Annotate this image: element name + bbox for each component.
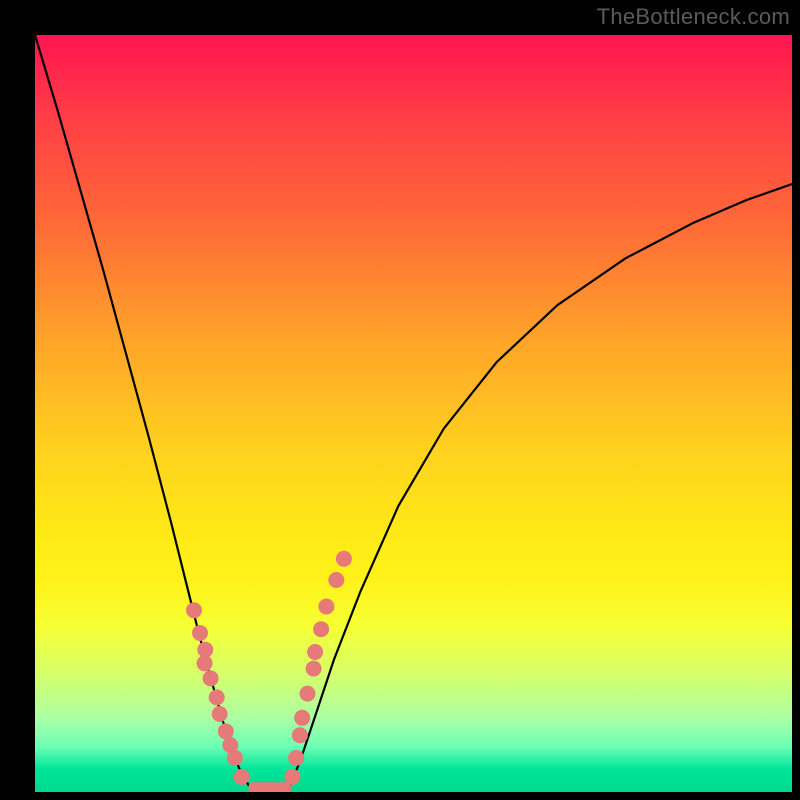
trough-highlight [249, 782, 291, 792]
highlight-dot [218, 723, 234, 739]
highlight-dot [284, 769, 300, 785]
dots-left-branch [186, 602, 250, 785]
highlight-dot [294, 710, 310, 726]
highlight-dot [288, 750, 304, 766]
highlight-dot [307, 644, 323, 660]
highlight-dot [292, 727, 308, 743]
chart-stage: TheBottleneck.com [0, 0, 800, 800]
highlight-dot [328, 572, 344, 588]
highlight-dot [197, 655, 213, 671]
highlight-dot [234, 769, 250, 785]
highlight-dot [306, 661, 322, 677]
plot-area [35, 35, 792, 792]
highlight-dot [300, 686, 316, 702]
highlight-dot [186, 602, 202, 618]
dots-right-branch [284, 551, 352, 785]
highlight-dot [227, 750, 243, 766]
bottleneck-curve [35, 35, 792, 792]
highlight-dot [203, 670, 219, 686]
highlight-dot [209, 689, 225, 705]
highlight-dot [336, 551, 352, 567]
curve-layer [35, 35, 792, 792]
highlight-dot [192, 625, 208, 641]
watermark-text: TheBottleneck.com [597, 4, 790, 30]
highlight-dot [318, 599, 334, 615]
highlight-dot [197, 642, 213, 658]
highlight-dot [313, 621, 329, 637]
highlight-dot [212, 706, 228, 722]
